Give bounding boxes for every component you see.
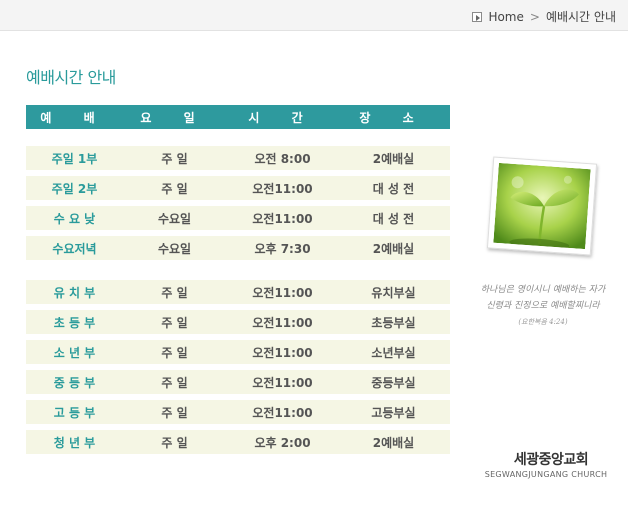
- sprout-photo: [486, 156, 598, 256]
- verse-line-2: 신령과 진정으로 예배할찌니라: [486, 301, 600, 311]
- breadcrumb-home-link[interactable]: Home: [488, 10, 523, 24]
- service-time: 오전11:00: [252, 345, 313, 360]
- table-row: 유 치 부 주 일 오전11:00 유치부실: [26, 280, 450, 304]
- service-place: 대 성 전: [372, 211, 415, 226]
- verse-line-1: 하나님은 영이시니 예배하는 자가: [480, 285, 606, 295]
- service-name: 수요저녁: [52, 241, 97, 256]
- service-place: 2예배실: [372, 435, 415, 450]
- sprout-image: [493, 162, 591, 250]
- service-time: 오전11:00: [252, 405, 313, 420]
- service-place: 중등부실: [371, 375, 416, 390]
- breadcrumb: Home > 예배시간 안내: [472, 8, 616, 25]
- breadcrumb-separator: >: [529, 9, 540, 24]
- service-place: 2예배실: [372, 241, 415, 256]
- table-row: 주일 2부 주 일 오전11:00 대 성 전: [26, 176, 450, 200]
- service-day: 주 일: [161, 151, 188, 166]
- service-day: 주 일: [161, 435, 188, 450]
- service-time: 오전11:00: [252, 181, 313, 196]
- header-time: 시 간: [248, 110, 317, 125]
- service-time: 오후 2:00: [254, 435, 311, 450]
- table-row: 청 년 부 주 일 오후 2:00 2예배실: [26, 430, 450, 454]
- service-place: 소년부실: [371, 345, 416, 360]
- service-place: 유치부실: [371, 285, 416, 300]
- service-name: 소 년 부: [53, 345, 96, 360]
- service-name: 초 등 부: [53, 315, 96, 330]
- breadcrumb-current: 예배시간 안내: [545, 10, 616, 24]
- table-row: 주일 1부 주 일 오전 8:00 2예배실: [26, 146, 450, 170]
- service-day: 주 일: [161, 181, 188, 196]
- service-time: 오전 8:00: [254, 151, 311, 166]
- church-logo-name: 세광중앙교회: [513, 452, 589, 468]
- service-day: 수요일: [157, 241, 192, 256]
- header-place: 장 소: [359, 110, 428, 125]
- service-time: 오전11:00: [252, 285, 313, 300]
- header-service: 예 배: [40, 110, 109, 125]
- service-place: 대 성 전: [372, 181, 415, 196]
- service-name: 고 등 부: [53, 405, 96, 420]
- top-bar: Home > 예배시간 안내: [0, 0, 628, 31]
- service-time: 오전11:00: [252, 211, 313, 226]
- bible-verse: 하나님은 영이시니 예배하는 자가 신령과 진정으로 예배할찌니라 (요한복음 …: [470, 282, 616, 330]
- service-name: 청 년 부: [53, 435, 96, 450]
- service-name: 중 등 부: [53, 375, 96, 390]
- service-name: 수 요 낮: [53, 211, 96, 226]
- page-title: 예배시간 안내: [26, 68, 116, 87]
- arrow-right-box-icon: [472, 11, 483, 22]
- service-time: 오전11:00: [252, 315, 313, 330]
- service-time: 오후 7:30: [254, 241, 311, 256]
- service-place: 고등부실: [371, 405, 416, 420]
- service-day: 주 일: [161, 285, 188, 300]
- service-place: 2예배실: [372, 151, 415, 166]
- service-place: 초등부실: [371, 315, 416, 330]
- table-row: 고 등 부 주 일 오전11:00 고등부실: [26, 400, 450, 424]
- header-day: 요 일: [140, 110, 209, 125]
- service-day: 주 일: [161, 315, 188, 330]
- table-row: 소 년 부 주 일 오전11:00 소년부실: [26, 340, 450, 364]
- service-day: 주 일: [161, 375, 188, 390]
- service-day: 주 일: [161, 345, 188, 360]
- table-row: 수 요 낮 수요일 오전11:00 대 성 전: [26, 206, 450, 230]
- service-day: 주 일: [161, 405, 188, 420]
- verse-reference: (요한복음 4:24): [518, 318, 568, 326]
- service-name: 주일 1부: [51, 151, 98, 166]
- schedule-table-header: 예 배 요 일 시 간 장 소: [26, 105, 450, 129]
- service-day: 수요일: [157, 211, 192, 226]
- church-logo-english: SEGWANGJUNGANG CHURCH: [484, 470, 608, 479]
- service-time: 오전11:00: [252, 375, 313, 390]
- table-row: 초 등 부 주 일 오전11:00 초등부실: [26, 310, 450, 334]
- table-row: 수요저녁 수요일 오후 7:30 2예배실: [26, 236, 450, 260]
- service-name: 주일 2부: [51, 181, 98, 196]
- table-row: 중 등 부 주 일 오전11:00 중등부실: [26, 370, 450, 394]
- service-name: 유 치 부: [53, 285, 96, 300]
